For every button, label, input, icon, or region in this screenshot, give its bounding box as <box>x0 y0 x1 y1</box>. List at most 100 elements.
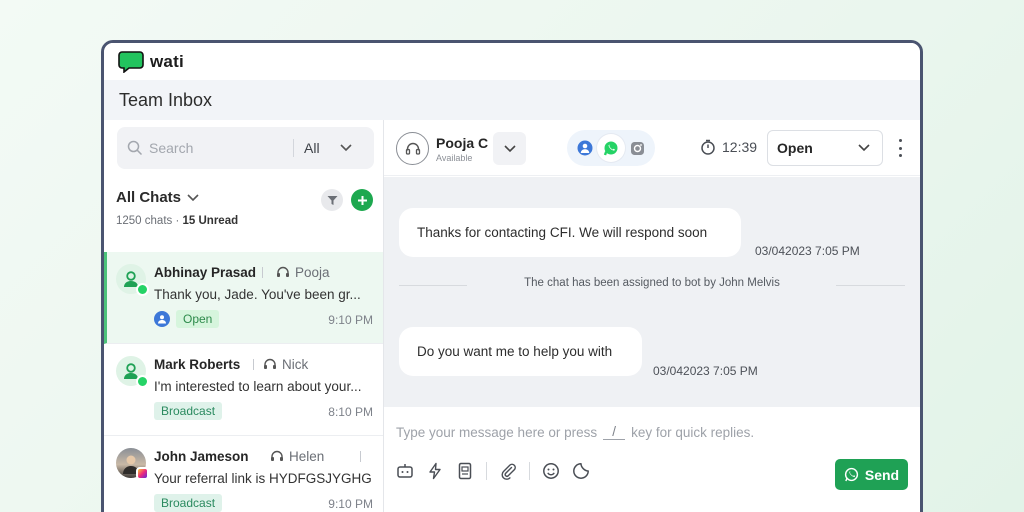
timer-value: 12:39 <box>722 139 758 155</box>
message-text: Do you want me to help you with <box>417 344 613 359</box>
avatar <box>116 264 149 296</box>
instagram-channel-button[interactable] <box>625 136 649 160</box>
message-input[interactable]: Type your message here or press / key fo… <box>396 424 754 440</box>
divider <box>529 462 530 480</box>
attach-button[interactable] <box>499 462 517 480</box>
bot-button[interactable] <box>396 462 414 480</box>
quick-reply-button[interactable] <box>426 462 444 480</box>
top-bar: wati <box>104 43 920 80</box>
headset-icon <box>277 266 289 277</box>
timestamp: 9:10 PM <box>328 497 373 511</box>
message-preview: I'm interested to learn about your... <box>154 379 362 394</box>
placeholder-text: key for quick replies. <box>631 424 755 440</box>
chevron-down-icon <box>187 193 199 201</box>
shortcut-key: / <box>603 424 626 440</box>
whatsapp-channel-button[interactable] <box>597 134 625 162</box>
search-box[interactable]: Search All <box>117 127 374 169</box>
contact-dropdown-button[interactable] <box>493 132 526 165</box>
page-title: Team Inbox <box>119 89 213 110</box>
chat-list-panel: Search All All Chats 1250 chats · 15 Unr… <box>104 120 384 512</box>
title-bar: Team Inbox <box>104 80 920 120</box>
search-input[interactable]: Search <box>149 140 293 156</box>
agent-icon <box>577 140 593 156</box>
headset-icon <box>264 358 276 369</box>
chevron-down-icon[interactable] <box>340 144 352 152</box>
headset-icon <box>405 142 420 155</box>
conversation-contact-name: Pooja C <box>436 135 489 151</box>
template-button[interactable] <box>456 462 474 480</box>
filter-button[interactable] <box>321 189 343 211</box>
headset-icon <box>271 450 283 461</box>
message-preview: Thank you, Jade. You've been gr... <box>154 287 361 302</box>
agent-name: Pooja <box>295 265 330 280</box>
assigned-agent: Nick <box>263 357 308 372</box>
divider <box>293 139 294 157</box>
message-timestamp: 03/042023 7:05 PM <box>755 244 860 258</box>
bot-icon <box>397 464 413 478</box>
assigned-agent: Pooja <box>276 265 330 280</box>
send-label: Send <box>864 466 900 483</box>
app-name: wati <box>150 51 184 71</box>
search-icon <box>127 140 143 156</box>
app-window: wati Team Inbox Search All All Chats 125… <box>101 40 923 512</box>
chat-list-item[interactable]: John Jameson Helen Your referral link is… <box>104 436 383 512</box>
chat-count: 1250 chats · 15 Unread <box>116 215 238 227</box>
message-timestamp: 03/042023 7:05 PM <box>653 364 758 378</box>
divider <box>253 359 254 370</box>
message-preview: Your referral link is HYDFGSJYGHG <box>154 471 372 486</box>
chat-tags: Open <box>154 310 220 328</box>
wati-logo-icon <box>118 50 144 73</box>
send-button[interactable]: Send <box>835 459 908 490</box>
conversation-status-select[interactable]: Open <box>767 130 883 166</box>
paperclip-icon <box>501 463 516 480</box>
template-icon <box>458 462 472 480</box>
timer-icon <box>701 139 715 155</box>
chat-tags: Broadcast <box>154 402 223 420</box>
status-badge: Open <box>176 310 220 328</box>
total-chats: 1250 chats <box>116 215 173 227</box>
more-options-icon[interactable] <box>895 139 905 157</box>
chat-list-item[interactable]: Mark Roberts Nick I'm interested to lear… <box>104 344 383 436</box>
all-chats-title: All Chats <box>116 189 182 206</box>
composer-toolbar <box>396 462 590 480</box>
divider <box>360 451 361 462</box>
sticker-button[interactable] <box>572 462 590 480</box>
chevron-down-icon <box>858 144 870 152</box>
plus-icon <box>357 195 367 205</box>
divider <box>262 267 263 278</box>
message-text: Thanks for contacting CFI. We will respo… <box>417 225 708 240</box>
placeholder-text: Type your message here or press <box>396 424 598 440</box>
contact-name: Mark Roberts <box>154 357 241 372</box>
agent-name: Nick <box>282 357 309 372</box>
whatsapp-icon <box>603 141 618 156</box>
timestamp: 9:10 PM <box>328 313 373 327</box>
avatar <box>116 356 149 388</box>
contact-name: John Jameson <box>154 449 249 464</box>
main-content: Search All All Chats 1250 chats · 15 Unr… <box>104 120 920 512</box>
sticker-icon <box>573 463 589 479</box>
search-filter-select[interactable]: All <box>304 140 340 156</box>
message-bubble: Do you want me to help you with <box>399 327 642 376</box>
whatsapp-badge-icon <box>136 375 149 388</box>
chat-list-item[interactable]: Abhinay Prasad Pooja Thank you, Jade. Yo… <box>104 252 383 344</box>
contact-availability: Available <box>436 153 473 163</box>
status-value: Open <box>777 140 813 156</box>
logo[interactable]: wati <box>118 50 184 73</box>
agent-channel-button[interactable] <box>573 136 597 160</box>
filter-icon <box>327 195 337 205</box>
whatsapp-badge-icon <box>136 283 149 296</box>
contact-avatar <box>396 132 429 165</box>
unread-count: 15 Unread <box>182 215 239 227</box>
conversation-header: Pooja C Available 12:39 Open <box>384 120 920 176</box>
channel-switcher <box>567 130 655 166</box>
message-bubble: Thanks for contacting CFI. We will respo… <box>399 208 741 257</box>
instagram-badge-icon <box>136 467 149 480</box>
emoji-icon <box>543 463 559 479</box>
instagram-icon <box>630 141 644 155</box>
emoji-button[interactable] <box>542 462 560 480</box>
message-composer: Type your message here or press / key fo… <box>384 408 920 512</box>
assigned-agent: Helen <box>270 449 324 464</box>
all-chats-dropdown[interactable]: All Chats <box>116 189 199 206</box>
system-message: The chat has been assigned to bot by Joh… <box>524 277 780 289</box>
add-chat-button[interactable] <box>351 189 373 211</box>
